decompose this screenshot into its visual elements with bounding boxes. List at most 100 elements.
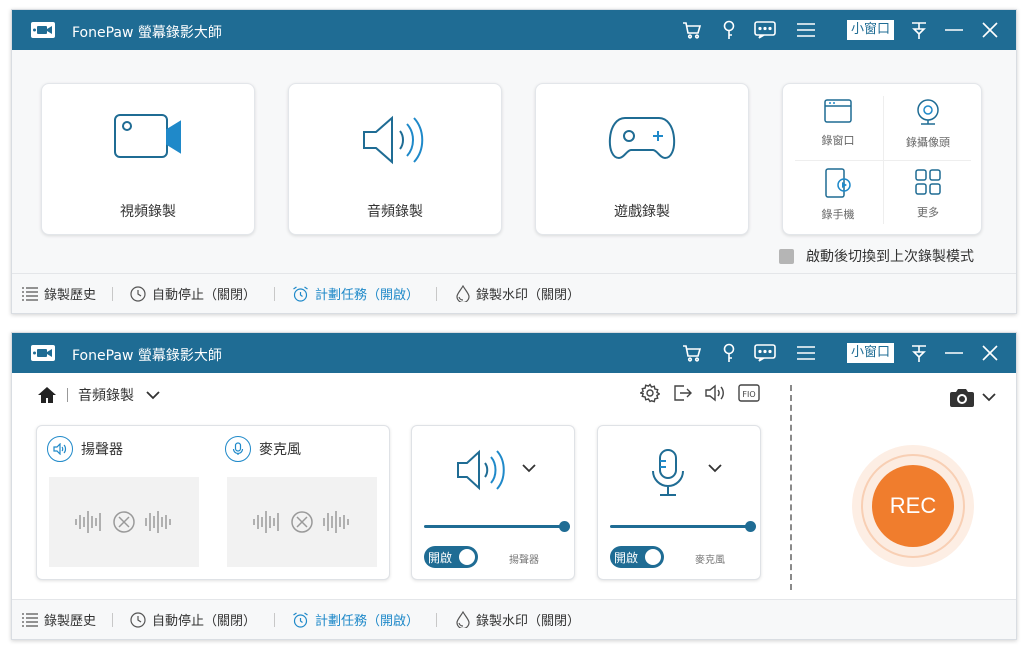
- list-icon: [22, 612, 38, 627]
- chevron-down-icon[interactable]: [522, 464, 536, 473]
- audio-main-panel: 音頻錄製 FIO 揚聲器 麥克風 開啟 揚聲器 開啟 麥克風: [12, 373, 792, 601]
- record-panel: REC: [792, 373, 1016, 601]
- key-icon[interactable]: [717, 18, 741, 42]
- record-phone-label: 錄手機: [821, 208, 855, 221]
- auto-stop-label: 自動停止（關閉）: [152, 614, 257, 629]
- footer-bar: 錄製歷史 自動停止（關閉） 計劃任務（開啟） 錄製水印（關閉）: [12, 273, 1016, 313]
- mic-volume-slider[interactable]: [610, 521, 756, 532]
- auto-stop-button[interactable]: 自動停止（關閉）: [130, 610, 256, 629]
- feedback-icon[interactable]: [753, 341, 777, 365]
- chevron-down-icon[interactable]: [146, 390, 160, 400]
- speaker-waveform: [49, 477, 199, 567]
- schedule-task-button[interactable]: 計劃任務（開啟）: [292, 284, 419, 303]
- microphone-icon: [232, 442, 244, 455]
- app-logo-icon: [31, 345, 55, 361]
- mini-window-button[interactable]: 小窗口: [847, 343, 895, 363]
- record-phone-button[interactable]: 錄手機: [788, 168, 888, 222]
- mic-volume-label: 麥克風: [695, 555, 725, 566]
- speaker-icon: [457, 449, 505, 491]
- feedback-icon[interactable]: [753, 18, 777, 42]
- auto-stop-button[interactable]: 自動停止（關閉）: [130, 284, 256, 303]
- speaker-source[interactable]: 揚聲器: [47, 436, 123, 462]
- rec-button[interactable]: REC: [872, 465, 954, 547]
- export-icon[interactable]: [672, 383, 692, 403]
- speaker-icon: [53, 443, 67, 455]
- record-history-button[interactable]: 錄製歷史: [22, 284, 96, 303]
- record-history-label: 錄製歷史: [44, 288, 97, 303]
- more-label: 更多: [917, 206, 939, 219]
- muted-waveform-icon: [253, 511, 349, 533]
- speaker-source-label: 揚聲器: [81, 442, 123, 458]
- chevron-down-icon[interactable]: [982, 392, 996, 402]
- record-window-label: 錄窗口: [821, 134, 855, 147]
- speaker-volume-label: 揚聲器: [509, 555, 539, 566]
- speaker-volume-slider[interactable]: [424, 521, 570, 532]
- more-tools-card: 錄窗口 錄攝像頭 錄手機 更多: [782, 83, 982, 235]
- schedule-task-button[interactable]: 計劃任務（開啟）: [292, 610, 419, 629]
- watermark-label: 錄製水印（關閉）: [476, 288, 581, 303]
- minimize-icon[interactable]: [942, 18, 966, 42]
- title-bar: FonePaw 螢幕錄影大師 小窗口: [12, 10, 1016, 50]
- water-drop-icon: [456, 611, 470, 628]
- game-record-card[interactable]: 遊戲錄製: [535, 83, 749, 235]
- minimize-icon[interactable]: [942, 341, 966, 365]
- chevron-down-icon[interactable]: [708, 464, 722, 473]
- game-record-label: 遊戲錄製: [614, 204, 670, 220]
- alarm-clock-icon: [293, 612, 308, 628]
- toolbar-icons: FIO: [640, 383, 760, 403]
- mic-source-label: 麥克風: [259, 442, 301, 458]
- cart-icon[interactable]: [680, 341, 704, 365]
- rec-button-halo: REC: [852, 445, 974, 567]
- mic-source[interactable]: 麥克風: [225, 436, 301, 462]
- webcam-icon: [917, 99, 939, 125]
- record-webcam-button[interactable]: 錄攝像頭: [878, 98, 978, 150]
- speaker-icon: [363, 115, 424, 165]
- close-icon[interactable]: [978, 341, 1002, 365]
- cart-icon[interactable]: [680, 18, 704, 42]
- footer-bar: 錄製歷史 自動停止（關閉） 計劃任務（開啟） 錄製水印（關閉）: [12, 599, 1016, 639]
- mic-volume-card: 開啟 麥克風: [597, 425, 761, 580]
- restore-mode-checkbox[interactable]: 啟動後切換到上次錄製模式: [779, 246, 974, 266]
- audio-record-label: 音頻錄製: [367, 204, 423, 220]
- speaker-volume-card: 開啟 揚聲器: [411, 425, 575, 580]
- watermark-button[interactable]: 錄製水印（關閉）: [456, 284, 580, 303]
- title-bar: FonePaw 螢幕錄影大師 小窗口: [12, 333, 1016, 373]
- more-button[interactable]: 更多: [878, 168, 978, 220]
- screenshot-button[interactable]: [950, 387, 996, 407]
- microphone-icon: [652, 449, 684, 496]
- menu-icon[interactable]: [794, 18, 818, 42]
- record-history-button[interactable]: 錄製歷史: [22, 610, 96, 629]
- speaker-toggle[interactable]: 開啟: [424, 546, 478, 568]
- grid-icon: [915, 169, 941, 195]
- audio-record-card[interactable]: 音頻錄製: [288, 83, 502, 235]
- alarm-clock-icon: [293, 286, 308, 302]
- restore-mode-label: 啟動後切換到上次錄製模式: [806, 249, 974, 265]
- video-camera-icon: [114, 114, 181, 158]
- camera-icon: [950, 389, 974, 407]
- checkbox-box[interactable]: [779, 248, 794, 264]
- clock-icon: [130, 285, 146, 302]
- app-title: FonePaw 螢幕錄影大師: [72, 25, 222, 41]
- watermark-button[interactable]: 錄製水印（關閉）: [456, 610, 580, 629]
- fio-icon[interactable]: FIO: [738, 383, 760, 403]
- pin-icon[interactable]: [907, 18, 931, 42]
- mode-selector[interactable]: 音頻錄製: [37, 385, 160, 405]
- menu-icon[interactable]: [794, 341, 818, 365]
- video-record-card[interactable]: 視頻錄製: [41, 83, 255, 235]
- home-window: FonePaw 螢幕錄影大師 小窗口 視頻錄製 音頻錄製 遊戲錄製 錄窗口 錄攝…: [11, 9, 1017, 314]
- record-window-button[interactable]: 錄窗口: [788, 98, 888, 148]
- video-record-label: 視頻錄製: [120, 204, 176, 220]
- gear-icon[interactable]: [640, 383, 660, 403]
- mic-toggle[interactable]: 開啟: [610, 546, 664, 568]
- speaker-small-icon[interactable]: [704, 383, 726, 403]
- close-icon[interactable]: [978, 18, 1002, 42]
- pin-icon[interactable]: [907, 341, 931, 365]
- mini-window-button[interactable]: 小窗口: [847, 20, 895, 40]
- key-icon[interactable]: [717, 341, 741, 365]
- home-icon[interactable]: [37, 386, 57, 404]
- app-title: FonePaw 螢幕錄影大師: [72, 348, 222, 364]
- svg-text:FIO: FIO: [742, 390, 755, 399]
- clock-icon: [130, 611, 146, 628]
- list-icon: [22, 286, 38, 301]
- app-logo-icon: [31, 22, 55, 38]
